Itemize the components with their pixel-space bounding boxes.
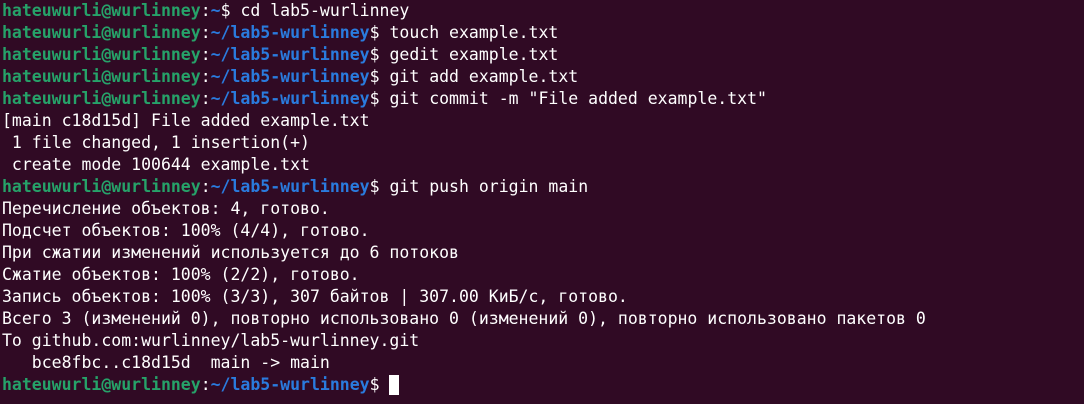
output-line: To github.com:wurlinney/lab5-wurlinney.g… bbox=[2, 330, 1084, 352]
prompt-path: ~/lab5-wurlinney bbox=[210, 89, 370, 108]
command-text: cd lab5-wurlinney bbox=[240, 1, 410, 20]
prompt-user: hateuwurli@wurlinney bbox=[2, 1, 201, 20]
output-line: 1 file changed, 1 insertion(+) bbox=[2, 132, 1084, 154]
output-text: Запись объектов: 100% (3/3), 307 байтов … bbox=[2, 287, 628, 306]
output-line: Всего 3 (изменений 0), повторно использо… bbox=[2, 308, 1084, 330]
output-text: 1 file changed, 1 insertion(+) bbox=[2, 133, 310, 152]
prompt-separator: : bbox=[200, 67, 211, 86]
output-line: Перечисление объектов: 4, готово. bbox=[2, 198, 1084, 220]
terminal-window[interactable]: hateuwurli@wurlinney:~$ cd lab5-wurlinne… bbox=[0, 0, 1084, 404]
prompt-path: ~/lab5-wurlinney bbox=[210, 375, 370, 394]
command-text: git add example.txt bbox=[389, 67, 579, 86]
prompt-symbol: $ bbox=[369, 375, 390, 394]
output-text: [main c18d15d] File added example.txt bbox=[2, 111, 370, 130]
prompt-user: hateuwurli@wurlinney bbox=[2, 375, 201, 394]
prompt-symbol: $ bbox=[369, 67, 390, 86]
prompt-user: hateuwurli@wurlinney bbox=[2, 89, 201, 108]
prompt-separator: : bbox=[200, 1, 211, 20]
output-text: При сжатии изменений используется до 6 п… bbox=[2, 243, 459, 262]
prompt-user: hateuwurli@wurlinney bbox=[2, 67, 201, 86]
prompt-symbol: $ bbox=[369, 45, 390, 64]
output-text: Перечисление объектов: 4, готово. bbox=[2, 199, 330, 218]
prompt-line: hateuwurli@wurlinney:~/lab5-wurlinney$ g… bbox=[2, 66, 1084, 88]
prompt-line: hateuwurli@wurlinney:~/lab5-wurlinney$ bbox=[2, 374, 1084, 396]
command-text: git push origin main bbox=[389, 177, 589, 196]
prompt-separator: : bbox=[200, 177, 211, 196]
output-line: При сжатии изменений используется до 6 п… bbox=[2, 242, 1084, 264]
prompt-user: hateuwurli@wurlinney bbox=[2, 23, 201, 42]
prompt-line: hateuwurli@wurlinney:~/lab5-wurlinney$ g… bbox=[2, 44, 1084, 66]
command-text: gedit example.txt bbox=[389, 45, 559, 64]
output-line: Сжатие объектов: 100% (2/2), готово. bbox=[2, 264, 1084, 286]
prompt-path: ~/lab5-wurlinney bbox=[210, 23, 370, 42]
output-line: bce8fbc..c18d15d main -> main bbox=[2, 352, 1084, 374]
output-text: Подсчет объектов: 100% (4/4), готово. bbox=[2, 221, 370, 240]
output-text: create mode 100644 example.txt bbox=[2, 155, 310, 174]
prompt-line: hateuwurli@wurlinney:~$ cd lab5-wurlinne… bbox=[2, 0, 1084, 22]
prompt-user: hateuwurli@wurlinney bbox=[2, 177, 201, 196]
prompt-line: hateuwurli@wurlinney:~/lab5-wurlinney$ g… bbox=[2, 88, 1084, 110]
prompt-path: ~/lab5-wurlinney bbox=[210, 45, 370, 64]
prompt-symbol: $ bbox=[369, 177, 390, 196]
prompt-separator: : bbox=[200, 23, 211, 42]
text-cursor[interactable] bbox=[389, 375, 400, 395]
output-text: Всего 3 (изменений 0), повторно использо… bbox=[2, 309, 926, 328]
prompt-symbol: $ bbox=[369, 23, 390, 42]
prompt-line: hateuwurli@wurlinney:~/lab5-wurlinney$ g… bbox=[2, 176, 1084, 198]
output-text: bce8fbc..c18d15d main -> main bbox=[2, 353, 330, 372]
prompt-symbol: $ bbox=[220, 1, 241, 20]
prompt-separator: : bbox=[200, 89, 211, 108]
output-text: To github.com:wurlinney/lab5-wurlinney.g… bbox=[2, 331, 420, 350]
prompt-separator: : bbox=[200, 375, 211, 394]
command-text: touch example.txt bbox=[389, 23, 559, 42]
output-line: [main c18d15d] File added example.txt bbox=[2, 110, 1084, 132]
prompt-symbol: $ bbox=[369, 89, 390, 108]
prompt-path: ~/lab5-wurlinney bbox=[210, 67, 370, 86]
output-text: Сжатие объектов: 100% (2/2), готово. bbox=[2, 265, 360, 284]
prompt-path: ~ bbox=[210, 1, 221, 20]
output-line: Подсчет объектов: 100% (4/4), готово. bbox=[2, 220, 1084, 242]
output-line: create mode 100644 example.txt bbox=[2, 154, 1084, 176]
output-line: Запись объектов: 100% (3/3), 307 байтов … bbox=[2, 286, 1084, 308]
prompt-path: ~/lab5-wurlinney bbox=[210, 177, 370, 196]
prompt-user: hateuwurli@wurlinney bbox=[2, 45, 201, 64]
prompt-separator: : bbox=[200, 45, 211, 64]
command-text: git commit -m "File added example.txt" bbox=[389, 89, 767, 108]
prompt-line: hateuwurli@wurlinney:~/lab5-wurlinney$ t… bbox=[2, 22, 1084, 44]
